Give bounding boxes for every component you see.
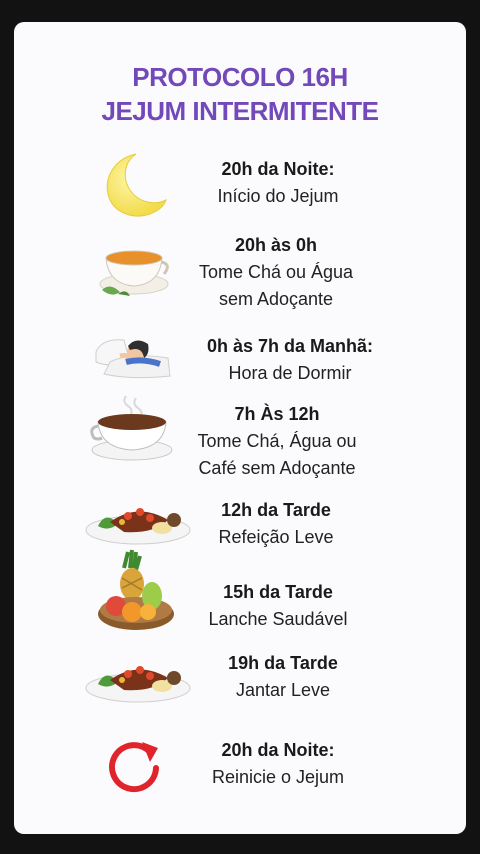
coffee-cup-icon [88,392,174,464]
dinner-plate-icon [84,658,192,704]
item-time: 20h às 0h [234,235,318,255]
item-desc: Tome Chá, Água ou Café sem Adoçante [197,431,357,478]
item-time: 19h da Tarde [228,653,338,673]
title-line-2: JEJUM INTERMITENTE [101,96,379,126]
item-desc: Lanche Saudável [208,609,348,629]
item-desc: Jantar Leve [235,680,331,700]
restart-arrow-icon [104,736,164,796]
schedule-item-6: 15h da Tarde Lanche Saudável [196,579,360,633]
tea-cup-icon [94,238,172,302]
schedule-item-5: 12h da Tarde Refeição Leve [196,497,356,551]
item-time: 12h da Tarde [221,500,331,520]
item-time: 7h Às 12h [234,404,320,424]
title-line-1: PROTOCOLO 16H [132,62,348,92]
item-desc: Tome Chá ou Água sem Adoçante [198,262,354,309]
schedule-item-4: 7h Às 12h Tome Chá, Água ou Café sem Ado… [178,401,376,482]
item-time: 20h da Noite: [221,159,335,179]
schedule-item-7: 19h da Tarde Jantar Leve [208,650,358,704]
sleeping-person-icon [90,332,174,380]
item-desc: Reinicie o Jejum [211,767,345,787]
item-desc: Início do Jejum [217,186,339,206]
schedule-item-8: 20h da Noite: Reinicie o Jejum [196,737,360,791]
meal-plate-icon [84,500,192,546]
fruit-bowl-icon [96,548,174,632]
item-time: 15h da Tarde [223,582,333,602]
bottom-background [0,834,480,854]
item-time: 0h às 7h da Manhã: [206,336,374,356]
item-desc: Hora de Dormir [228,363,352,383]
item-time: 20h da Noite: [221,740,335,760]
schedule-item-3: 0h às 7h da Manhã: Hora de Dormir [190,333,390,387]
moon-icon [98,150,168,220]
schedule-item-1: 20h da Noite: Início do Jejum [190,156,366,210]
schedule-item-2: 20h às 0h Tome Chá ou Água sem Adoçante [178,232,374,313]
item-desc: Refeição Leve [218,527,334,547]
